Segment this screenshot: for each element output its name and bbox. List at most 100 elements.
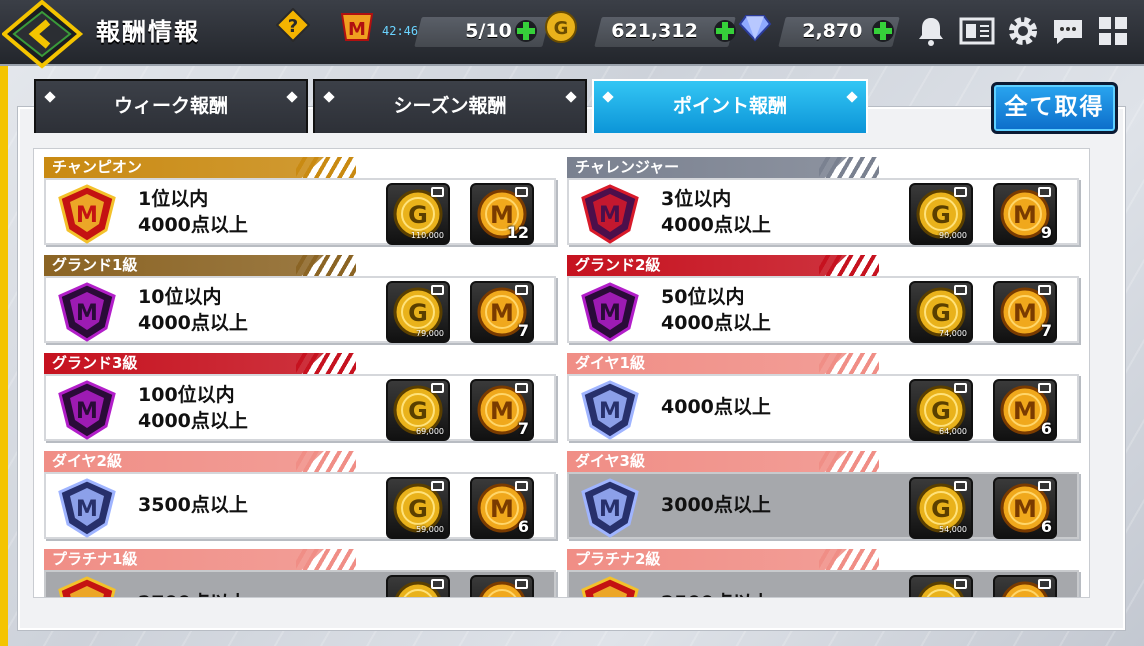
svg-text:G: G xyxy=(408,397,428,425)
ribbon-stripes xyxy=(819,255,879,276)
medal-reward-item[interactable]: M xyxy=(993,575,1057,598)
ribbon-stripes xyxy=(819,451,879,472)
svg-text:M: M xyxy=(76,203,98,228)
tab-season-rewards[interactable]: シーズン報酬 xyxy=(313,79,587,133)
rank-label: ダイヤ1級 xyxy=(575,354,645,372)
ribbon-stripes xyxy=(296,255,356,276)
svg-text:M: M xyxy=(599,301,621,326)
svg-text:G: G xyxy=(408,495,428,523)
rank-emblem-icon: M xyxy=(581,380,639,440)
svg-text:M: M xyxy=(1013,593,1037,598)
medal-reward-item[interactable]: M 7 xyxy=(470,281,534,343)
rank-emblem-icon: M xyxy=(58,380,116,440)
coin-reward-item[interactable]: G 54,000 xyxy=(909,477,973,539)
rank-label: グランド2級 xyxy=(575,256,661,274)
reward-card-body: M 50位以内 4000点以上 G 74,000 M 7 xyxy=(567,276,1079,343)
condition-text: 10位以内 xyxy=(138,286,222,308)
rank-ribbon: チャンピオン xyxy=(44,157,324,178)
medal-count: 7 xyxy=(517,419,529,438)
coin-reward-item[interactable]: G xyxy=(386,575,450,597)
rank-ribbon: グランド2級 xyxy=(567,255,847,276)
ribbon-stripes xyxy=(819,353,879,374)
reward-card: チャレンジャー M 3位以内 4000点以上 G 90,000 M 9 xyxy=(567,157,1079,245)
ribbon-stripes xyxy=(296,549,356,570)
stamina-timer: 42:46 xyxy=(382,24,419,38)
coin-reward-item[interactable]: G 90,000 xyxy=(909,183,973,245)
coin-reward-item[interactable]: G 69,000 xyxy=(386,379,450,441)
rank-ribbon: グランド3級 xyxy=(44,353,324,374)
chat-icon[interactable] xyxy=(1050,14,1086,48)
coin-reward-item[interactable]: G 59,000 xyxy=(386,477,450,539)
rank-label: グランド1級 xyxy=(52,256,138,274)
svg-text:G: G xyxy=(931,495,951,523)
add-stamina-plus-icon[interactable] xyxy=(514,19,538,43)
coin-reward-item[interactable]: G 74,000 xyxy=(909,281,973,343)
reward-card-body: M 2700点以上 G M xyxy=(44,570,556,598)
reward-card: チャンピオン M 1位以内 4000点以上 G 110,000 M 12 xyxy=(44,157,556,245)
condition-text: 4000点以上 xyxy=(138,214,248,236)
reward-card: プラチナ1級 M 2700点以上 G xyxy=(44,549,556,598)
news-icon[interactable] xyxy=(958,14,996,48)
coin-reward-item[interactable]: G 79,000 xyxy=(386,281,450,343)
medal-reward-item[interactable]: M 12 xyxy=(470,183,534,245)
reward-list[interactable]: チャンピオン M 1位以内 4000点以上 G 110,000 M 12 チャレ… xyxy=(33,148,1090,598)
rank-ribbon: プラチナ1級 xyxy=(44,549,324,570)
reward-conditions: 4000点以上 xyxy=(661,394,771,420)
reward-conditions: 100位以内 4000点以上 xyxy=(138,382,248,434)
medal-reward-item[interactable]: M 6 xyxy=(470,477,534,539)
medal-reward-item[interactable]: M 9 xyxy=(993,183,1057,245)
medal-reward-item[interactable]: M 6 xyxy=(993,477,1057,539)
claim-all-button[interactable]: 全て取得 xyxy=(991,82,1118,134)
svg-text:G: G xyxy=(408,299,428,327)
add-gem-plus-icon[interactable] xyxy=(871,19,895,43)
gem-value: 2,870 xyxy=(802,20,863,42)
back-arrow-icon[interactable] xyxy=(2,0,90,80)
reward-card-body: M 2500点以上 G M xyxy=(567,570,1079,598)
condition-text: 4000点以上 xyxy=(138,410,248,432)
coin-reward-item[interactable]: G 110,000 xyxy=(386,183,450,245)
condition-text: 4000点以上 xyxy=(138,312,248,334)
coin-icon: G xyxy=(545,11,577,43)
coin-reward-item[interactable]: G xyxy=(909,575,973,597)
stamina-value: 5/10 xyxy=(465,20,513,42)
svg-text:M: M xyxy=(599,399,621,424)
rank-ribbon: ダイヤ1級 xyxy=(567,353,847,374)
svg-text:M: M xyxy=(1013,201,1037,229)
medal-reward-item[interactable]: M 6 xyxy=(993,379,1057,441)
reward-conditions: 3位以内 4000点以上 xyxy=(661,186,771,238)
svg-text:M: M xyxy=(348,19,366,40)
ribbon-stripes xyxy=(819,549,879,570)
svg-text:M: M xyxy=(76,595,98,598)
left-edge-stripe xyxy=(0,0,8,646)
svg-text:M: M xyxy=(490,593,514,598)
ribbon-stripes xyxy=(296,157,356,178)
help-icon[interactable]: ? xyxy=(276,8,310,42)
rank-emblem-icon: M xyxy=(58,184,116,244)
tab-weekly-rewards[interactable]: ウィーク報酬 xyxy=(34,79,308,133)
coin-reward-item[interactable]: G 64,000 xyxy=(909,379,973,441)
tab-point-rewards[interactable]: ポイント報酬 xyxy=(592,79,868,133)
rank-ribbon: グランド1級 xyxy=(44,255,324,276)
reward-conditions: 10位以内 4000点以上 xyxy=(138,284,248,336)
rank-emblem-icon: M xyxy=(58,576,116,598)
rank-ribbon: チャレンジャー xyxy=(567,157,847,178)
svg-text:G: G xyxy=(931,397,951,425)
add-gold-plus-icon[interactable] xyxy=(713,19,737,43)
reward-card-body: M 4000点以上 G 64,000 M 6 xyxy=(567,374,1079,441)
medal-reward-item[interactable]: M 7 xyxy=(470,379,534,441)
svg-text:G: G xyxy=(408,201,428,229)
page-title: 報酬情報 xyxy=(96,18,200,46)
svg-text:M: M xyxy=(1013,299,1037,327)
svg-text:M: M xyxy=(76,399,98,424)
bell-icon[interactable] xyxy=(914,14,948,48)
condition-text: 2700点以上 xyxy=(138,590,248,597)
medal-reward-item[interactable]: M xyxy=(470,575,534,598)
condition-text: 4000点以上 xyxy=(661,214,771,236)
menu-grid-icon[interactable] xyxy=(1096,14,1130,48)
medal-count: 7 xyxy=(517,321,529,340)
reward-card-body: M 100位以内 4000点以上 G 69,000 M 7 xyxy=(44,374,556,441)
gear-icon[interactable] xyxy=(1006,14,1040,48)
condition-text: 3500点以上 xyxy=(138,494,248,516)
medal-reward-item[interactable]: M 7 xyxy=(993,281,1057,343)
svg-text:G: G xyxy=(931,201,951,229)
